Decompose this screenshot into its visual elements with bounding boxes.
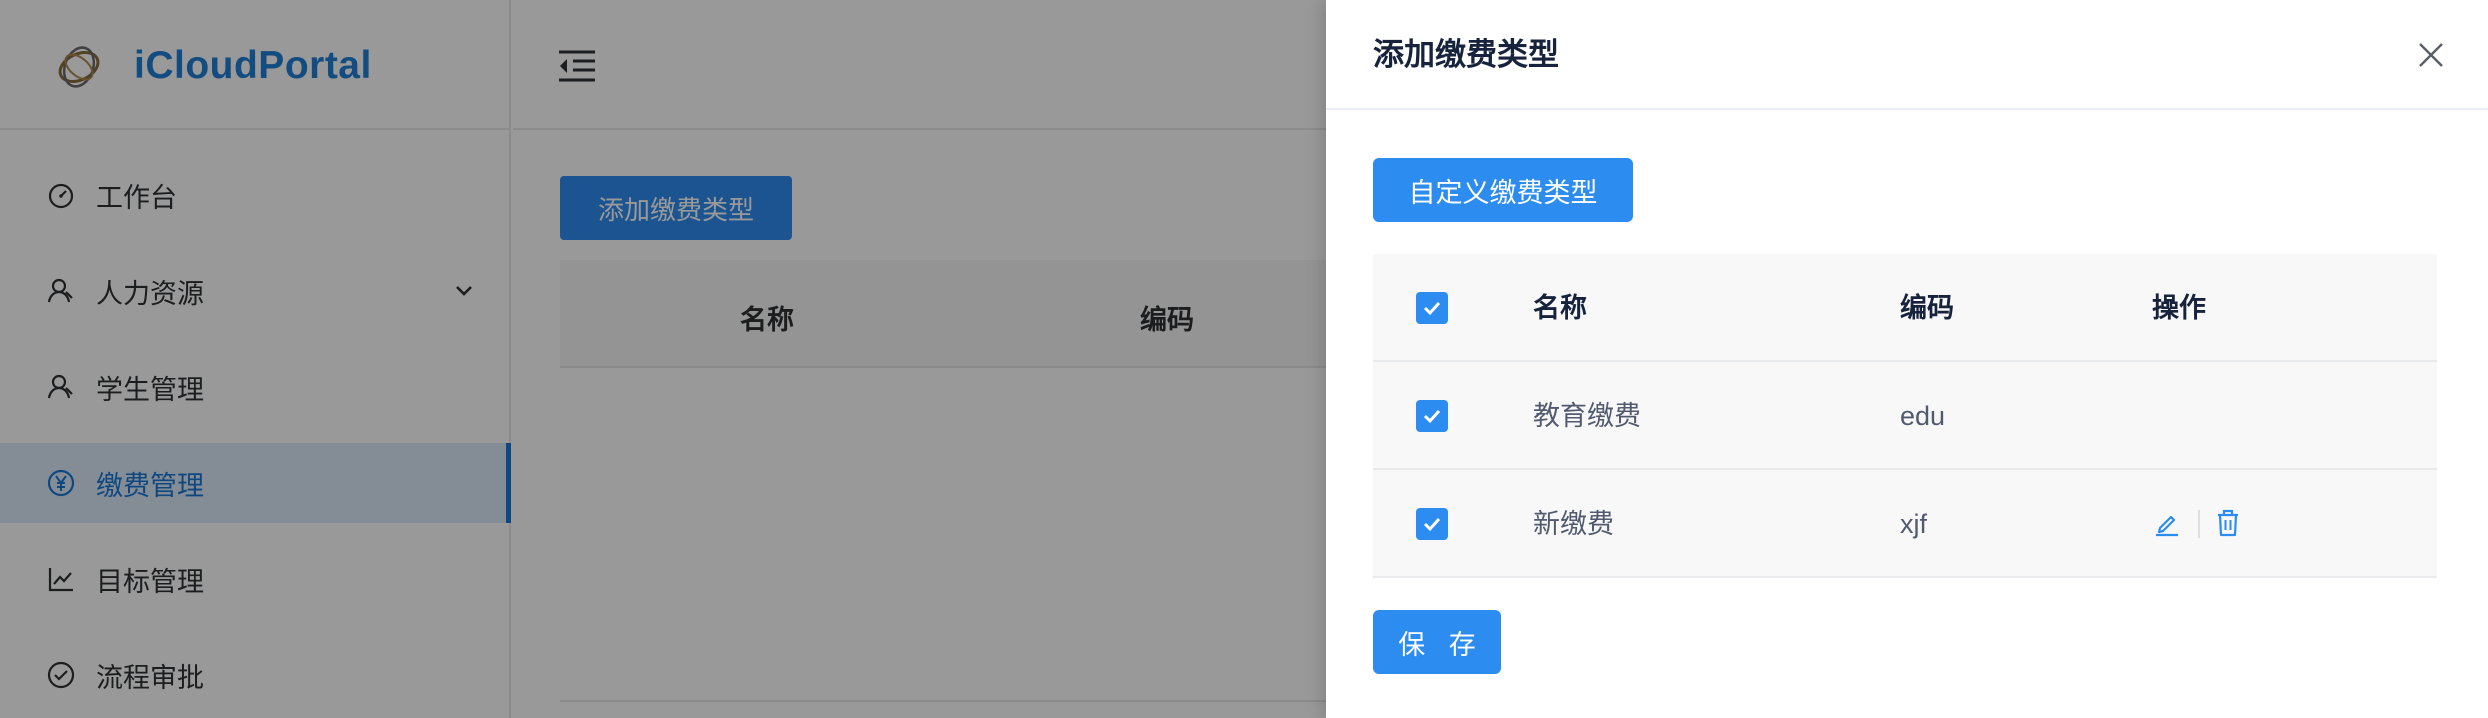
- row-checkbox[interactable]: [1416, 508, 1448, 540]
- row-name: 教育缴费: [1533, 401, 1641, 431]
- check-icon: [1423, 517, 1441, 532]
- table-row: 教育缴费 edu: [1373, 362, 2437, 470]
- action-divider: [2198, 510, 2200, 538]
- row-name: 新缴费: [1533, 509, 1614, 539]
- row-checkbox[interactable]: [1416, 400, 1448, 432]
- column-header-code: 编码: [1900, 293, 1954, 323]
- column-header-name: 名称: [1533, 293, 1587, 323]
- table-header: 名称 编码 操作: [1373, 254, 2437, 362]
- add-payment-type-drawer: 添加缴费类型 自定义缴费类型 名称 编码 操作 教育缴费 edu 新缴费 xjf…: [1326, 0, 2488, 718]
- drawer-title: 添加缴费类型: [1373, 37, 1559, 72]
- column-header-actions: 操作: [2152, 293, 2206, 323]
- payment-type-table: 名称 编码 操作 教育缴费 edu 新缴费 xjf: [1373, 254, 2437, 578]
- save-button[interactable]: 保 存: [1373, 610, 1501, 674]
- edit-icon[interactable]: [2152, 508, 2182, 538]
- trash-icon[interactable]: [2213, 508, 2243, 538]
- table-row: 新缴费 xjf: [1373, 470, 2437, 578]
- row-code: xjf: [1900, 509, 1927, 539]
- select-all-checkbox[interactable]: [1416, 292, 1448, 324]
- custom-payment-type-button[interactable]: 自定义缴费类型: [1373, 158, 1633, 222]
- check-icon: [1423, 409, 1441, 424]
- drawer-header: 添加缴费类型: [1326, 0, 2488, 110]
- close-icon[interactable]: [2416, 40, 2446, 70]
- check-icon: [1423, 301, 1441, 316]
- row-code: edu: [1900, 401, 1946, 431]
